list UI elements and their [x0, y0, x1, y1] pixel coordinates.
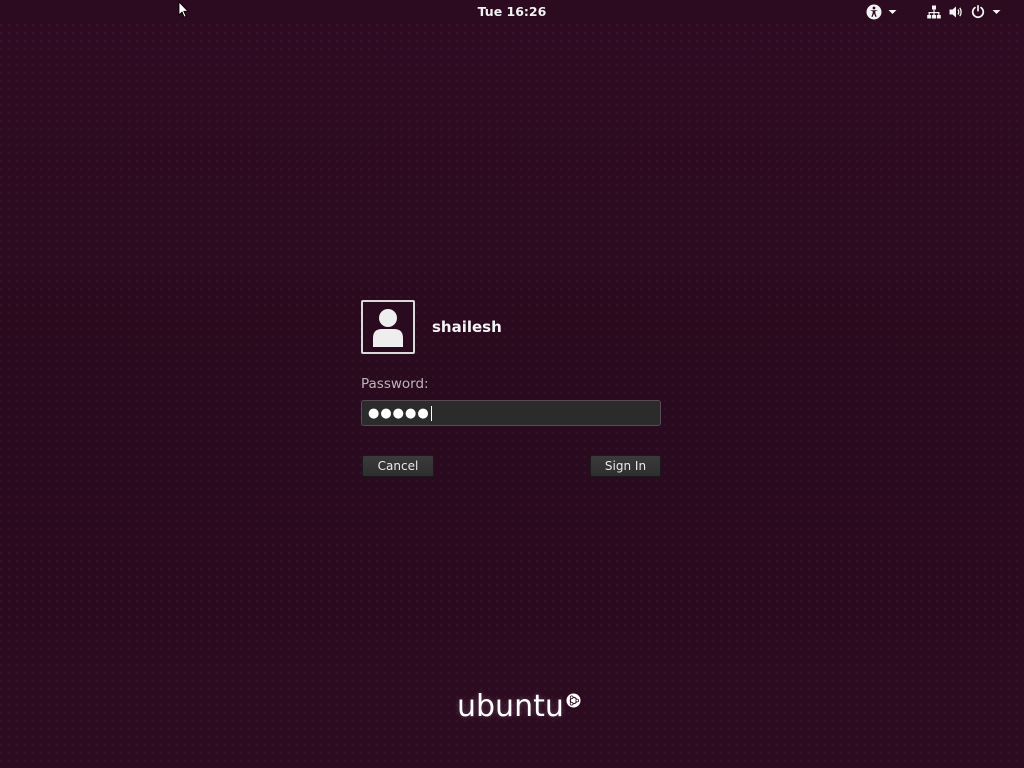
password-label: Password:: [361, 376, 429, 392]
clock[interactable]: Tue 16:26: [478, 4, 547, 19]
accessibility-menu[interactable]: [866, 0, 897, 23]
username-label: shailesh: [432, 318, 502, 336]
ubuntu-logo: ubuntu: [457, 688, 581, 726]
user-icon: [373, 309, 403, 347]
system-status-menu[interactable]: [926, 0, 1001, 23]
circle-of-friends-icon: [566, 693, 581, 708]
text-caret: [430, 405, 432, 421]
user-row: shailesh: [361, 298, 661, 356]
sign-in-button[interactable]: Sign In: [590, 455, 661, 477]
password-value: ●●●●●: [368, 405, 430, 421]
accessibility-icon: [866, 4, 882, 19]
chevron-down-icon: [888, 9, 897, 14]
password-input[interactable]: ●●●●●: [361, 400, 661, 426]
chevron-down-icon: [992, 9, 1001, 14]
logo-text: ubuntu: [457, 689, 564, 724]
power-icon: [971, 4, 985, 18]
mouse-pointer-icon: [178, 1, 189, 18]
login-dialog: shailesh Password: ●●●●● Cancel Sign In: [361, 298, 661, 477]
avatar: [361, 300, 415, 354]
network-wired-icon: [927, 5, 941, 18]
cancel-button[interactable]: Cancel: [362, 455, 434, 477]
volume-icon: [949, 6, 962, 17]
button-row: Cancel Sign In: [361, 455, 661, 477]
